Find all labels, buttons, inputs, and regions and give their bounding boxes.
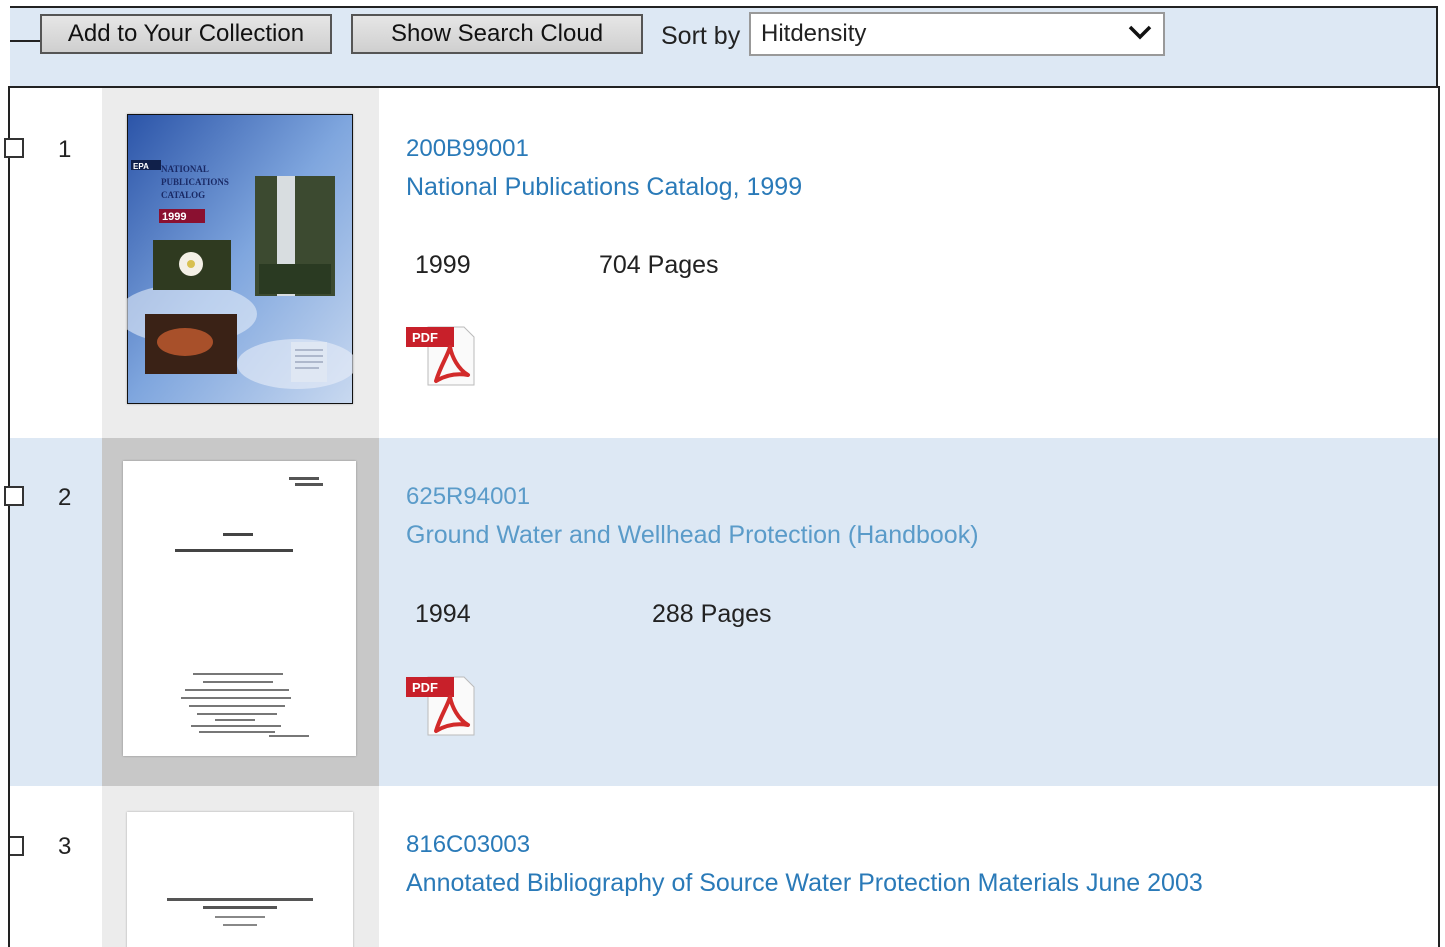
svg-text:PDF: PDF <box>412 330 438 345</box>
sort-by-label: Sort by <box>661 22 741 50</box>
pdf-download-icon[interactable]: PDF <box>406 325 476 387</box>
publication-year: 1994 <box>415 600 471 628</box>
result-number: 2 <box>58 484 72 511</box>
result-checkbox[interactable] <box>4 486 24 506</box>
publication-year: 1999 <box>415 251 471 279</box>
bibliography-cover-thumbnail[interactable] <box>127 812 353 947</box>
document-id-link[interactable]: 816C03003 <box>406 831 530 859</box>
thumbnail-cell: EPA NATIONAL PUBLICATIONS CATALOG 1999 <box>102 88 379 438</box>
page-count: 704 Pages <box>599 251 719 279</box>
result-checkbox[interactable] <box>4 138 24 158</box>
catalog-cover-thumbnail[interactable]: EPA NATIONAL PUBLICATIONS CATALOG 1999 <box>127 114 353 404</box>
svg-text:PDF: PDF <box>412 680 438 695</box>
cover-title-line: CATALOG <box>161 190 205 200</box>
show-search-cloud-button[interactable]: Show Search Cloud <box>351 14 643 54</box>
handbook-cover-thumbnail[interactable] <box>123 461 356 756</box>
cover-title-line: PUBLICATIONS <box>161 177 229 187</box>
thumbnail-cell <box>102 786 379 947</box>
svg-text:EPA: EPA <box>133 162 149 171</box>
result-row: 3 816C03003 Annotated Bibliography of So… <box>10 786 1438 947</box>
chevron-down-icon <box>1128 25 1152 40</box>
pdf-download-icon[interactable]: PDF <box>406 675 476 737</box>
document-id-link[interactable]: 200B99001 <box>406 135 529 163</box>
document-id-link[interactable]: 625R94001 <box>406 483 530 511</box>
document-title-link[interactable]: Annotated Bibliography of Source Water P… <box>406 869 1203 898</box>
document-title-link[interactable]: National Publications Catalog, 1999 <box>406 173 802 202</box>
cover-year: 1999 <box>162 211 186 223</box>
results-frame-right <box>1438 88 1440 947</box>
result-number: 3 <box>58 833 72 860</box>
sort-by-selected-value: Hitdensity <box>761 20 867 47</box>
results-toolbar: Add to Your Collection Show Search Cloud… <box>10 6 1438 88</box>
add-to-collection-button[interactable]: Add to Your Collection <box>40 14 332 54</box>
cover-title-line: NATIONAL <box>161 164 209 174</box>
result-number: 1 <box>58 136 72 163</box>
result-row: 1 EPA NATIONAL PUBLICATIONS CATALOG 1999 <box>4 88 1438 438</box>
page-count: 288 Pages <box>652 600 772 628</box>
sort-by-select[interactable]: Hitdensity <box>749 12 1165 56</box>
document-title-link[interactable]: Ground Water and Wellhead Protection (Ha… <box>406 521 979 550</box>
result-row: 2 625R94001 Ground Water and Wellhead Pr… <box>4 438 1438 786</box>
thumbnail-cell <box>102 438 379 786</box>
result-checkbox[interactable] <box>10 836 24 856</box>
